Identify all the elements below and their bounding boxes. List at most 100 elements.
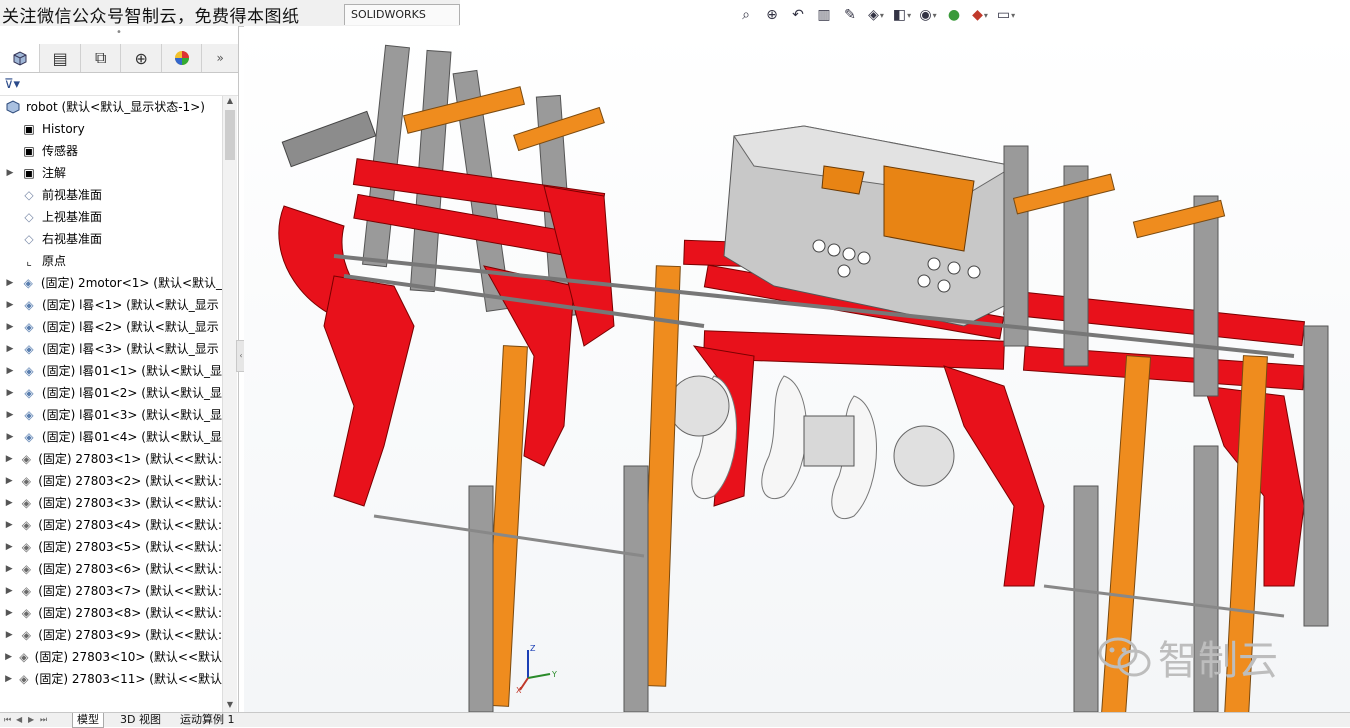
triad-z-label: Z (530, 644, 536, 653)
zoom-to-fit-icon[interactable]: ⌕ (735, 4, 757, 26)
featuremanager-icon[interactable] (0, 44, 41, 72)
tab-3d-view[interactable]: 3D 视图 (116, 713, 165, 727)
expand-toggle[interactable]: ▶ (4, 470, 15, 492)
panel-grip[interactable]: • (0, 26, 238, 40)
tree-item[interactable]: ▶ ◈ (固定) 27803<3> (默认<<默认: (0, 492, 222, 514)
tree-item-label: (固定) 27803<4> (默认<<默认: (38, 518, 222, 532)
origin-icon: ⌞ (26, 254, 32, 268)
expand-toggle[interactable]: ▶ (4, 602, 15, 624)
expand-toggle[interactable]: ▶ (4, 492, 15, 514)
expand-toggle[interactable]: ▶ (4, 558, 15, 580)
tree-item[interactable]: ▶ ◈ (固定) 27803<10> (默认<<默认 (0, 646, 222, 668)
next-tab-icon[interactable]: ▶ (28, 713, 34, 727)
expand-toggle[interactable]: ▶ (4, 316, 16, 338)
tree-item[interactable]: ▣ 传感器 (0, 140, 222, 162)
bottom-tab-bar: ⏮ ◀ ▶ ⏭ 模型 3D 视图 运动算例 1 (0, 712, 1350, 728)
tree-item[interactable]: ▶ ◈ (固定) 27803<5> (默认<<默认: (0, 536, 222, 558)
expand-toggle[interactable]: ▶ (4, 426, 16, 448)
filter-icon[interactable]: ⊽▾ (4, 77, 20, 92)
white-gears (668, 375, 955, 519)
expand-toggle[interactable]: ▶ (4, 448, 15, 470)
dynamic-annotation-icon[interactable]: ✎ (839, 4, 861, 26)
tree-item-label: History (42, 122, 85, 136)
tree-item[interactable]: ▶ ◈ (固定) l晷<2> (默认<默认_显示 (0, 316, 222, 338)
dimxpert-icon[interactable]: ⊕ (121, 44, 162, 72)
part-icon: ◈ (21, 452, 31, 466)
tree-item[interactable]: ▶ ◈ (固定) l晷01<4> (默认<默认_显 (0, 426, 222, 448)
view-settings-icon[interactable]: ▭ (995, 4, 1017, 26)
expand-toggle[interactable]: ▶ (4, 360, 16, 382)
zoom-area-icon[interactable]: ⊕ (761, 4, 783, 26)
tree-item[interactable]: ▶ ◈ (固定) 27803<1> (默认<<默认: (0, 448, 222, 470)
part-icon: ◈ (21, 518, 31, 532)
edit-appearance-icon[interactable]: ● (943, 4, 965, 26)
tree-item[interactable]: ◇ 右视基准面 (0, 228, 222, 250)
plane-icon: ◇ (24, 210, 34, 224)
tree-item[interactable]: ▶ ◈ (固定) 27803<2> (默认<<默认: (0, 470, 222, 492)
expand-toggle[interactable]: ▶ (4, 624, 15, 646)
part-icon: ◈ (21, 540, 31, 554)
tree-item-label: (固定) 27803<2> (默认<<默认: (38, 474, 222, 488)
tree-item[interactable]: ◇ 上视基准面 (0, 206, 222, 228)
propertymanager-icon[interactable]: ▤ (40, 44, 81, 72)
tree-item[interactable]: ▶ ◈ (固定) l晷01<3> (默认<默认_显 (0, 404, 222, 426)
expand-toggle[interactable]: ▶ (4, 338, 16, 360)
tree-item-label: (固定) l晷<1> (默认<默认_显示 (42, 298, 219, 312)
tree-item[interactable]: ▶ ◈ (固定) 2motor<1> (默认<默认_ (0, 272, 222, 294)
view-orientation-icon[interactable]: ◈ (865, 4, 887, 26)
tree-item[interactable]: ▶ ◈ (固定) l晷<3> (默认<默认_显示 (0, 338, 222, 360)
tab-solidworks-mbd[interactable]: SOLIDWORKS MBD (344, 4, 460, 41)
tab-motion-study[interactable]: 运动算例 1 (176, 713, 239, 727)
tree-item[interactable]: ▶ ◈ (固定) l晷<1> (默认<默认_显示 (0, 294, 222, 316)
tree-root-label: robot (默认<默认_显示状态-1>) (26, 100, 205, 114)
tree-item[interactable]: ▶ ◈ (固定) 27803<9> (默认<<默认: (0, 624, 222, 646)
expand-toggle[interactable]: ▶ (4, 272, 16, 294)
expand-toggle[interactable]: ▶ (4, 294, 16, 316)
expand-toggle[interactable]: ▶ (4, 162, 16, 184)
expand-toggle[interactable]: ▶ (4, 646, 13, 668)
first-tab-icon[interactable]: ⏮ (4, 713, 11, 727)
previous-view-icon[interactable]: ↶ (787, 4, 809, 26)
expand-toggle[interactable]: ▶ (4, 668, 13, 690)
tree-item-label: (固定) l晷<3> (默认<默认_显示 (42, 342, 219, 356)
configurationmanager-icon[interactable]: ⧉ (81, 44, 122, 72)
expand-toggle[interactable]: ▶ (4, 536, 15, 558)
expand-toggle[interactable]: ▶ (4, 404, 16, 426)
tree-item[interactable]: ▶ ◈ (固定) l晷01<2> (默认<默认_显 (0, 382, 222, 404)
tree-item[interactable]: ▶ ◈ (固定) 27803<8> (默认<<默认: (0, 602, 222, 624)
more-tabs-button[interactable]: » (202, 44, 238, 72)
tree-item[interactable]: ▶ ◈ (固定) 27803<7> (默认<<默认: (0, 580, 222, 602)
tree-scrollbar[interactable]: ▲ ▼ (222, 96, 237, 712)
tree-item[interactable]: ◇ 前视基准面 (0, 184, 222, 206)
expand-toggle[interactable]: ▶ (4, 382, 16, 404)
expand-toggle[interactable]: ▶ (4, 580, 15, 602)
tree-root[interactable]: robot (默认<默认_显示状态-1>) (0, 96, 222, 118)
scroll-up-icon[interactable]: ▲ (223, 96, 237, 108)
tree-item[interactable]: ▣ History (0, 118, 222, 140)
tree-item[interactable]: ▶ ◈ (固定) 27803<6> (默认<<默认: (0, 558, 222, 580)
robot-model-render (278, 44, 1329, 712)
tree-item-label: (固定) 27803<10> (默认<<默认 (34, 650, 222, 664)
tree-item[interactable]: ▶ ▣ 注解 (0, 162, 222, 184)
section-view-icon[interactable]: ▥ (813, 4, 835, 26)
subassembly-icon: ◈ (24, 408, 34, 422)
tree-item[interactable]: ▶ ◈ (固定) 27803<11> (默认<<默认 (0, 668, 222, 690)
tree-item-label: (固定) 27803<5> (默认<<默认: (38, 540, 222, 554)
apply-scene-icon[interactable]: ◆ (969, 4, 991, 26)
scroll-thumb[interactable] (225, 110, 235, 160)
display-style-icon[interactable]: ◧ (891, 4, 913, 26)
triad-x-label: X (516, 686, 522, 695)
hide-show-icon[interactable]: ◉ (917, 4, 939, 26)
last-tab-icon[interactable]: ⏭ (40, 713, 47, 727)
display-manager-icon[interactable] (162, 44, 203, 72)
expand-toggle[interactable]: ▶ (4, 514, 15, 536)
part-icon: ◈ (21, 584, 31, 598)
scroll-down-icon[interactable]: ▼ (223, 700, 237, 712)
tree-item[interactable]: ▶ ◈ (固定) l晷01<1> (默认<默认_显 (0, 360, 222, 382)
tree-item[interactable]: ▶ ◈ (固定) 27803<4> (默认<<默认: (0, 514, 222, 536)
wechat-icon (1098, 637, 1151, 677)
prev-tab-icon[interactable]: ◀ (16, 713, 22, 727)
part-icon: ◈ (19, 650, 29, 664)
graphics-viewport[interactable]: Z Y X (244, 26, 1350, 712)
tree-item[interactable]: ⌞ 原点 (0, 250, 222, 272)
